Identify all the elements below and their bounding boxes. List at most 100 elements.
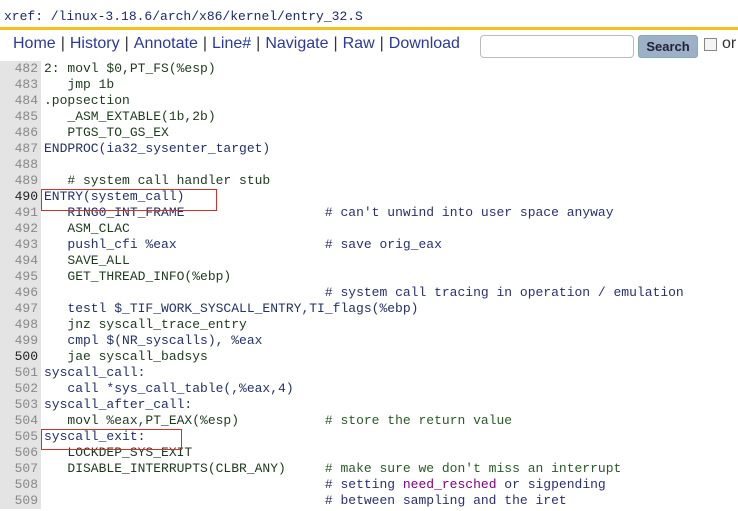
nav-home[interactable]: Home	[13, 35, 56, 52]
line-number[interactable]: 483	[0, 77, 41, 93]
code-line: 485 _ASM_EXTABLE(1b,2b)	[0, 109, 684, 125]
code-comment: # system call tracing in operation / emu…	[324, 285, 684, 300]
code-text: # setting need_resched or sigpending	[41, 477, 606, 493]
code: movl %eax,PT_EAX(%esp)	[44, 413, 240, 428]
code-line: 499 cmpl $(NR_syscalls), %eax	[0, 333, 684, 349]
option-checkbox[interactable]	[704, 38, 717, 51]
nav-separator: |	[333, 35, 338, 52]
line-number[interactable]: 487	[0, 141, 41, 157]
line-number[interactable]: 503	[0, 397, 41, 413]
line-number[interactable]: 507	[0, 461, 41, 477]
code-text: cmpl $(NR_syscalls), %eax	[41, 333, 262, 349]
line-number[interactable]: 498	[0, 317, 41, 333]
line-number[interactable]: 509	[0, 493, 41, 509]
code-comment: # save orig_eax	[324, 237, 442, 252]
code: syscall_call:	[44, 365, 146, 380]
line-number[interactable]: 508	[0, 477, 41, 493]
code-text: syscall_after_call:	[41, 397, 192, 413]
nav-line[interactable]: Line#	[212, 35, 251, 52]
code-text: call *sys_call_table(,%eax,4)	[41, 381, 294, 397]
xref-path: xref: /linux-3.18.6/arch/x86/kernel/entr…	[4, 9, 363, 24]
line-number[interactable]: 496	[0, 285, 41, 301]
code: _ASM_EXTABLE(1b,2b)	[44, 109, 216, 124]
highlight-box-entry-system-call	[41, 189, 217, 211]
option-label: or	[722, 35, 737, 52]
code-line: 492 ASM_CLAC	[0, 221, 684, 237]
code-line: 487 ENDPROC(ia32_sysenter_target)	[0, 141, 684, 157]
line-number[interactable]: 489	[0, 173, 41, 189]
line-number[interactable]: 505	[0, 429, 41, 445]
code-text: jmp 1b	[41, 77, 114, 93]
line-number[interactable]: 490	[0, 189, 41, 205]
nav-history[interactable]: History	[70, 35, 120, 52]
code: jnz syscall_trace_entry	[44, 317, 247, 332]
line-number[interactable]: 495	[0, 269, 41, 285]
line-number[interactable]: 502	[0, 381, 41, 397]
code: # system call handler stub	[44, 173, 271, 188]
code: syscall_after_call:	[44, 397, 193, 412]
code-line: 502 call *sys_call_table(,%eax,4)	[0, 381, 684, 397]
highlight-box-syscall-exit	[41, 429, 182, 450]
line-number[interactable]: 493	[0, 237, 41, 253]
code-text: jae syscall_badsys	[41, 349, 208, 365]
code: jmp 1b	[44, 77, 115, 92]
code-line: 509 # between sampling and the iret	[0, 493, 684, 509]
line-number[interactable]: 504	[0, 413, 41, 429]
nav-navigate[interactable]: Navigate	[265, 35, 328, 52]
code-comment: # between sampling and the iret	[324, 493, 567, 508]
code-text: PTGS_TO_GS_EX	[41, 125, 169, 141]
code: cmpl $(NR_syscalls), %eax	[44, 333, 263, 348]
line-number[interactable]: 491	[0, 205, 41, 221]
code-line: 488	[0, 157, 684, 173]
code-text: # between sampling and the iret	[41, 493, 567, 509]
line-number[interactable]: 485	[0, 109, 41, 125]
line-number[interactable]: 492	[0, 221, 41, 237]
header-divider	[0, 27, 738, 30]
code-line: 484 .popsection	[0, 93, 684, 109]
code-line: 494 SAVE_ALL	[0, 253, 684, 269]
code-line: 501 syscall_call:	[0, 365, 684, 381]
line-number[interactable]: 494	[0, 253, 41, 269]
code: call *sys_call_table(,%eax,4)	[44, 381, 294, 396]
code-line: 498 jnz syscall_trace_entry	[0, 317, 684, 333]
code-comment: # make sure we don't miss an interrupt	[324, 461, 622, 476]
code-line: 489 # system call handler stub	[0, 173, 684, 189]
line-number[interactable]: 488	[0, 157, 41, 173]
symbol-link[interactable]: need_resched	[403, 477, 497, 492]
line-number[interactable]: 486	[0, 125, 41, 141]
nav-menu: Home | History | Annotate | Line# | Navigate | Raw…	[13, 35, 460, 53]
code: PTGS_TO_GS_EX	[44, 125, 169, 140]
search-button[interactable]: Search	[638, 35, 698, 58]
line-number[interactable]: 506	[0, 445, 41, 461]
code-line: 508 # setting need_resched or sigpending	[0, 477, 684, 493]
nav-separator: |	[60, 35, 65, 52]
nav-raw[interactable]: Raw	[343, 35, 375, 52]
code: .popsection	[44, 93, 130, 108]
line-number[interactable]: 500	[0, 349, 41, 365]
code: pushl_cfi %eax	[44, 237, 177, 252]
code-line: 496 # system call tracing in operation /…	[0, 285, 684, 301]
line-number[interactable]: 499	[0, 333, 41, 349]
code-text: movl %eax,PT_EAX(%esp) # store the retur…	[41, 413, 512, 429]
code: 2: movl $0,PT_FS(%esp)	[44, 61, 216, 76]
nav-annotate[interactable]: Annotate	[134, 35, 198, 52]
code-text: jnz syscall_trace_entry	[41, 317, 247, 333]
nav-separator: |	[124, 35, 129, 52]
code-line: 507 DISABLE_INTERRUPTS(CLBR_ANY) # make …	[0, 461, 684, 477]
line-number[interactable]: 501	[0, 365, 41, 381]
code-text: # system call handler stub	[41, 173, 270, 189]
code: jae syscall_badsys	[44, 349, 208, 364]
code-comment: or sigpending	[496, 477, 606, 492]
search-input[interactable]	[480, 35, 634, 58]
nav-download[interactable]: Download	[389, 35, 460, 52]
line-number[interactable]: 482	[0, 61, 41, 77]
code-comment: # store the return value	[324, 413, 513, 428]
nav-separator: |	[379, 35, 384, 52]
line-number[interactable]: 497	[0, 301, 41, 317]
code-line: 486 PTGS_TO_GS_EX	[0, 125, 684, 141]
code-line: 483 jmp 1b	[0, 77, 684, 93]
code-line: 482 2: movl $0,PT_FS(%esp)	[0, 61, 684, 77]
line-number[interactable]: 484	[0, 93, 41, 109]
code-text: DISABLE_INTERRUPTS(CLBR_ANY) # make sure…	[41, 461, 621, 477]
